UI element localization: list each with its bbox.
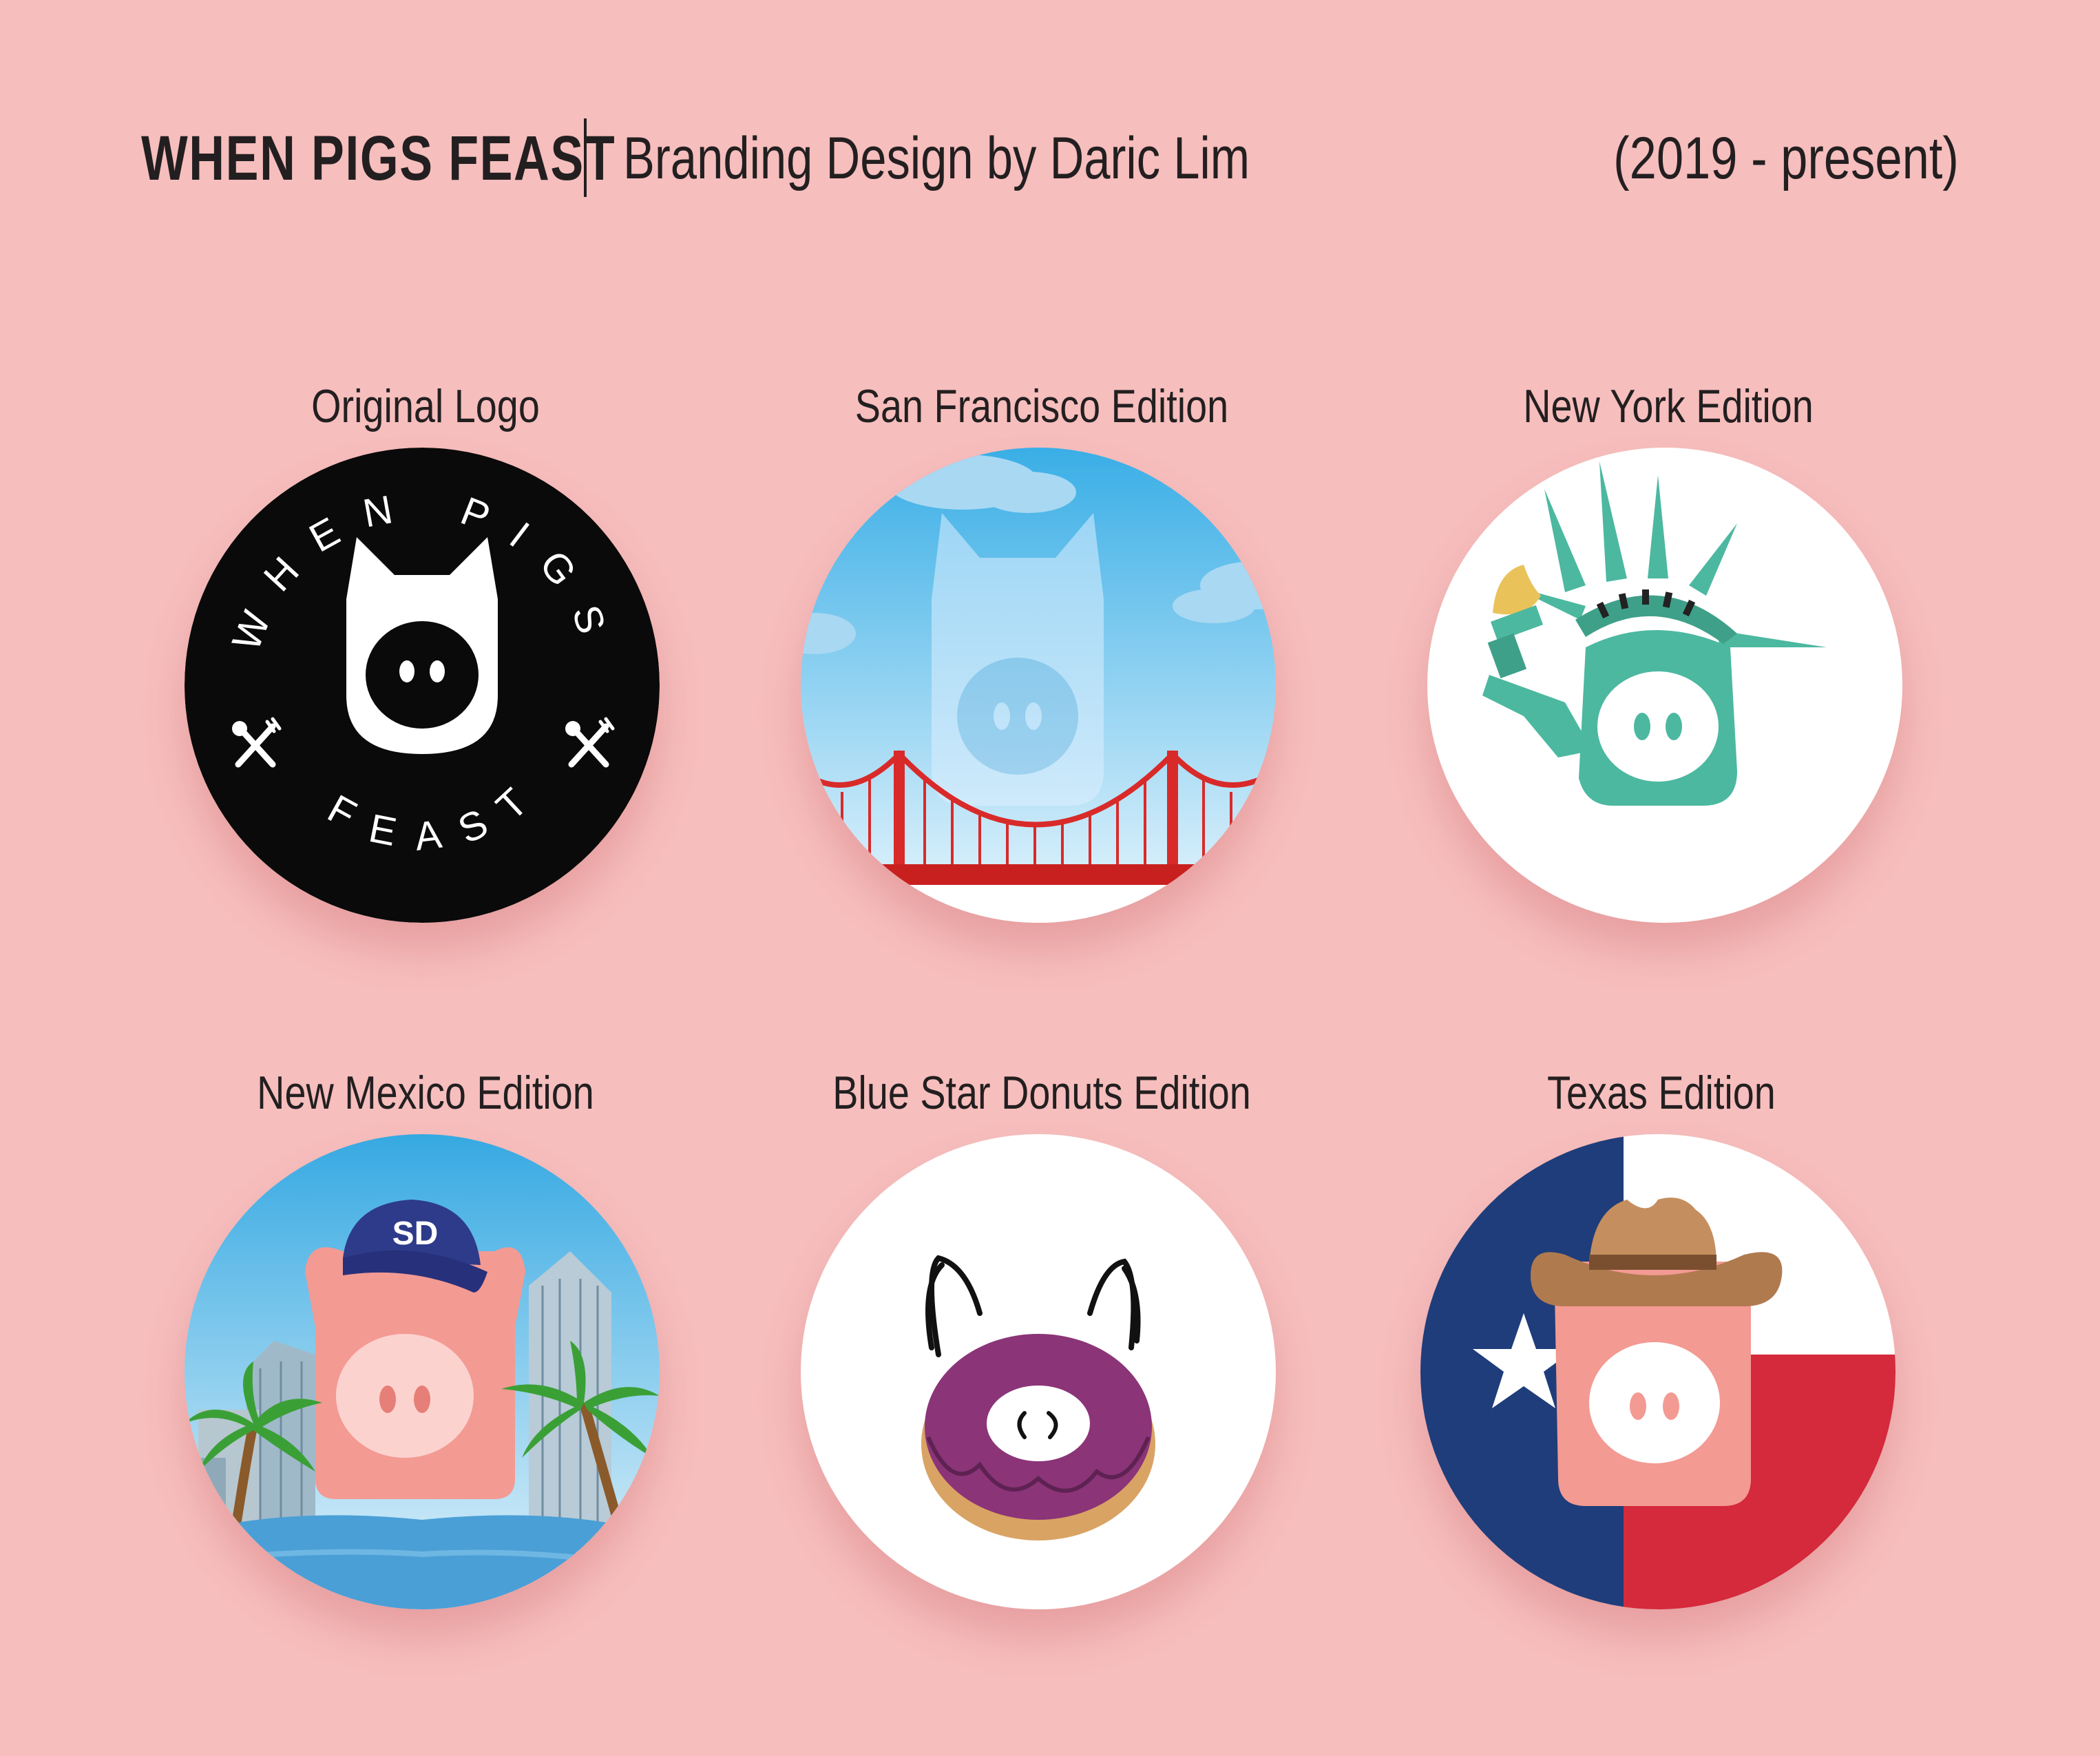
pig-face-icon xyxy=(305,1247,525,1499)
new-york-art xyxy=(1427,448,1902,923)
donut-icon xyxy=(921,1334,1155,1540)
header-years: (2019 - present) xyxy=(1613,125,1959,191)
card-label: Texas Edition xyxy=(1547,1067,1776,1119)
header: WHEN PIGS FEAST Branding Design by Daric… xyxy=(141,117,1959,200)
card-new-mexico[interactable]: New Mexico Edition SD xyxy=(185,1058,666,1609)
water xyxy=(185,1515,660,1609)
card-new-york[interactable]: New York Edition xyxy=(1427,372,1909,923)
texas-badge xyxy=(1420,1134,1896,1609)
texas-art xyxy=(1420,1134,1896,1609)
blue-star-donuts-badge xyxy=(801,1134,1276,1609)
card-label: New York Edition xyxy=(1523,380,1814,432)
original-logo-art: WHEN PIGS FEAST xyxy=(185,448,660,923)
new-york-badge xyxy=(1427,448,1902,923)
card-label: New Mexico Edition xyxy=(257,1067,594,1119)
card-label: Original Logo xyxy=(311,380,540,432)
cap-mark: SD xyxy=(392,1215,439,1252)
header-subtitle: Branding Design by Daric Lim xyxy=(623,125,1250,191)
card-texas[interactable]: Texas Edition xyxy=(1420,1058,1902,1609)
new-mexico-art: SD xyxy=(185,1134,660,1609)
san-francisco-art xyxy=(801,448,1276,923)
brand-title: WHEN PIGS FEAST xyxy=(141,123,616,194)
card-label: Blue Star Donuts Edition xyxy=(832,1067,1251,1119)
card-label: San Francisco Edition xyxy=(854,380,1229,432)
card-san-francisco[interactable]: San Francisco Edition xyxy=(801,372,1283,923)
san-francisco-badge xyxy=(801,448,1276,923)
new-mexico-badge: SD xyxy=(185,1134,660,1609)
header-divider xyxy=(584,118,587,197)
original-logo-badge: WHEN PIGS FEAST xyxy=(185,448,660,923)
blue-star-donuts-art xyxy=(801,1134,1276,1609)
card-blue-star-donuts[interactable]: Blue Star Donuts Edition xyxy=(801,1058,1283,1609)
card-original-logo[interactable]: Original Logo WHEN PIGS FEAST xyxy=(185,372,666,923)
